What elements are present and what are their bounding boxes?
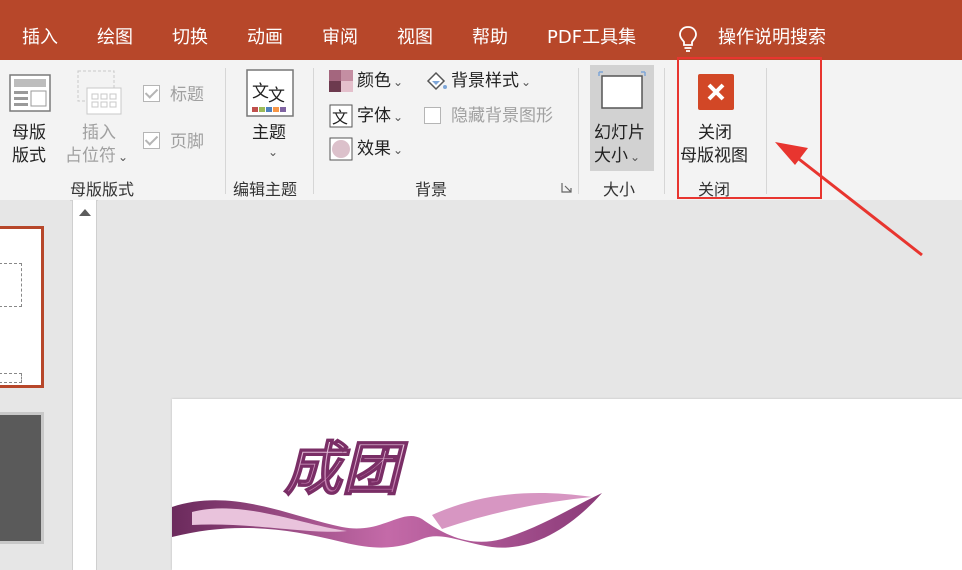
tab-view[interactable]: 视图 [397,26,433,50]
scroll-up-arrow-icon[interactable] [79,209,91,216]
color-palette-icon [329,70,353,92]
slide-size-label-1: 幻灯片 [594,123,645,143]
insert-placeholder-icon [77,70,122,115]
tab-help[interactable]: 帮助 [472,26,508,50]
master-layout-label-1: 母版 [12,123,46,143]
slide-size-icon [598,71,646,109]
chevron-down-icon: ⌄ [118,150,129,164]
footer-checkbox-label: 页脚 [170,132,204,152]
highlight-box [677,57,822,199]
background-styles-label: 背景样式 ⌄ [451,71,532,91]
fonts-icon: 文 [329,104,353,128]
placeholder-outline [0,373,22,383]
slide-size-label-2: 大小 ⌄ [594,146,641,166]
tab-transitions[interactable]: 切换 [172,26,208,50]
chevron-down-icon: ⌄ [630,150,641,164]
tab-insert[interactable]: 插入 [22,26,58,50]
hide-background-checkbox[interactable] [424,107,441,124]
group-separator [313,68,314,194]
hide-background-label: 隐藏背景图形 [451,106,553,126]
group-label-background: 背景 [415,180,448,199]
logo-image: 成团 [172,434,602,548]
master-slide-thumbnail[interactable] [0,226,44,388]
insert-placeholder-label-2: 占位符 ⌄ [65,146,129,166]
ribbon-tab-bar: 插入 绘图 切换 动画 审阅 视图 帮助 PDF工具集 操作说明搜索 [0,0,962,60]
group-separator [225,68,226,194]
chevron-down-icon: ⌄ [393,110,404,124]
dialog-launcher-icon[interactable] [561,182,572,193]
group-separator [664,68,665,194]
chevron-down-icon: ⌄ [268,145,279,159]
group-label-edit-theme: 编辑主题 [233,180,298,199]
placeholder-outline [0,263,22,307]
colors-label: 颜色 ⌄ [357,71,404,91]
insert-placeholder-label-1: 插入 [82,123,116,143]
group-separator [578,68,579,194]
tab-draw[interactable]: 绘图 [97,26,133,50]
title-checkbox-label: 标题 [170,85,204,105]
layout-slide-thumbnail[interactable] [0,412,44,544]
thumbnail-scrollbar[interactable] [72,200,97,570]
slide-size-button[interactable]: 幻灯片 大小 ⌄ [590,65,654,171]
fonts-label: 字体 ⌄ [357,106,404,126]
group-label-master-layout: 母版版式 [70,180,135,199]
lightbulb-icon[interactable] [678,25,698,53]
svg-text:文: 文 [268,86,285,106]
effects-icon [329,137,353,161]
logo-text: 成团 [284,435,408,503]
tab-pdf-tools[interactable]: PDF工具集 [547,26,636,50]
footer-checkbox[interactable] [143,132,160,149]
tab-review[interactable]: 审阅 [322,26,358,50]
master-layout-icon [9,74,51,112]
chevron-down-icon: ⌄ [393,143,404,157]
svg-text:文: 文 [332,108,348,127]
svg-text:文: 文 [252,82,269,102]
tab-animations[interactable]: 动画 [247,26,283,50]
themes-label: 主题 [252,123,286,143]
master-layout-label-2: 版式 [12,146,46,166]
tell-me-search[interactable]: 操作说明搜索 [718,26,826,50]
chevron-down-icon: ⌄ [521,75,532,89]
group-label-size: 大小 [603,180,636,199]
slide[interactable]: 成团 [172,399,962,570]
themes-icon: 文 文 [246,69,294,117]
effects-label: 效果 ⌄ [357,139,404,159]
chevron-down-icon: ⌄ [393,75,404,89]
paint-bucket-icon [426,71,447,91]
title-checkbox[interactable] [143,85,160,102]
